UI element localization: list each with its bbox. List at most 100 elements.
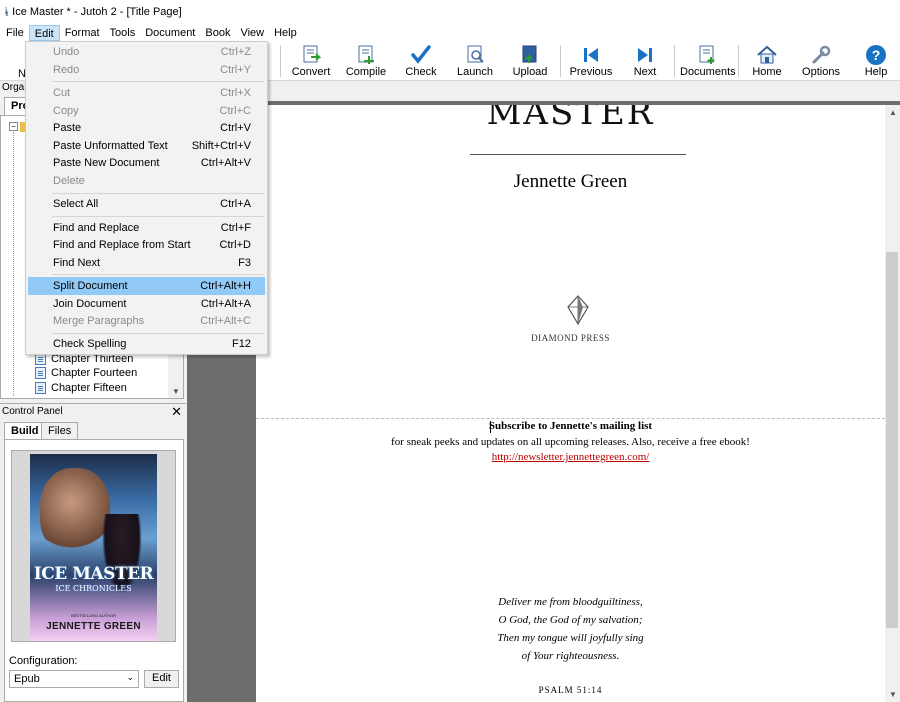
menu-separator	[52, 274, 264, 275]
document-editor[interactable]: MASTER Jennette Green DIAMOND PRESS Subs…	[256, 105, 885, 702]
window-title: Ice Master * - Jutoh 2 - [Title Page]	[12, 6, 182, 18]
sneak-peek-text: for sneak peeks and updates on all upcom…	[391, 436, 750, 448]
document-icon	[35, 382, 46, 394]
tree-item-label: Chapter Fifteen	[51, 382, 127, 394]
menu-item-label: Undo	[53, 46, 80, 58]
control-panel-header: Control Panel ✕	[0, 403, 186, 419]
options-button[interactable]: Options	[801, 43, 841, 79]
close-icon[interactable]: ✕	[171, 404, 182, 420]
diamond-press-logo	[567, 295, 589, 325]
menu-item-find-next[interactable]: Find Next F3	[28, 254, 265, 272]
menu-bar: File Edit Format Tools Document Book Vie…	[0, 24, 900, 41]
document-icon	[35, 367, 46, 379]
upload-button[interactable]: Upload	[510, 43, 550, 79]
menu-item-find-replace-start[interactable]: Find and Replace from Start Ctrl+D	[28, 236, 265, 254]
menu-file[interactable]: File	[1, 25, 29, 41]
menu-item-shortcut: Shift+Ctrl+V	[191, 140, 251, 152]
menu-item-shortcut: Ctrl+Y	[220, 64, 251, 76]
menu-edit[interactable]: Edit	[28, 24, 60, 41]
menu-item-delete[interactable]: Delete	[28, 172, 265, 190]
launch-icon	[467, 45, 484, 63]
previous-button[interactable]: Previous	[569, 43, 613, 79]
new-button[interactable]: N	[2, 43, 26, 80]
checkmark-icon	[411, 45, 431, 64]
menu-item-copy[interactable]: Copy Ctrl+C	[28, 102, 265, 120]
menu-item-label: Paste Unformatted Text	[53, 140, 168, 152]
menu-item-split-document[interactable]: Split Document Ctrl+Alt+H	[28, 277, 265, 295]
scroll-down-icon[interactable]: ▼	[889, 690, 897, 699]
title-divider	[470, 154, 686, 155]
editor-scroll-thumb[interactable]	[886, 252, 898, 628]
menu-item-label: Copy	[53, 105, 79, 117]
menu-item-merge-paragraphs[interactable]: Merge Paragraphs Ctrl+Alt+C	[28, 312, 265, 330]
list-item[interactable]: Chapter Fifteen	[35, 381, 127, 395]
menu-format[interactable]: Format	[60, 25, 105, 41]
menu-item-check-spelling[interactable]: Check Spelling F12	[28, 335, 265, 353]
title-bar: ʲⱼ Ice Master * - Jutoh 2 - [Title Page]	[0, 0, 900, 24]
book-cover-image: ICE MASTER ICE CHRONICLES BESTSELLING AU…	[30, 454, 157, 641]
menu-item-redo[interactable]: Redo Ctrl+Y	[28, 61, 265, 79]
menu-item-shortcut: F3	[238, 257, 251, 269]
build-tab-body: ICE MASTER ICE CHRONICLES BESTSELLING AU…	[4, 439, 184, 702]
scroll-up-icon[interactable]: ▲	[889, 108, 897, 117]
psalm-line: Deliver me from bloodguiltiness,	[498, 596, 643, 608]
menu-item-paste-new-document[interactable]: Paste New Document Ctrl+Alt+V	[28, 154, 265, 172]
tree-guide	[13, 132, 14, 396]
tree-item-label: Chapter Fourteen	[51, 367, 138, 379]
next-button[interactable]: Next	[627, 43, 663, 79]
cover-figure	[40, 468, 110, 553]
convert-button[interactable]: Convert	[289, 43, 333, 79]
upload-label: Upload	[512, 66, 548, 78]
menu-book[interactable]: Book	[200, 25, 235, 41]
menu-item-shortcut: Ctrl+V	[220, 122, 251, 134]
menu-item-select-all[interactable]: Select All Ctrl+A	[28, 195, 265, 213]
psalm-line: of Your righteousness.	[521, 650, 620, 662]
help-button[interactable]: ? Help	[862, 43, 890, 79]
cover-preview[interactable]: ICE MASTER ICE CHRONICLES BESTSELLING AU…	[11, 450, 176, 642]
menu-item-paste-unformatted[interactable]: Paste Unformatted Text Shift+Ctrl+V	[28, 137, 265, 155]
documents-icon	[699, 45, 715, 64]
configuration-select[interactable]: Epub ⌄	[9, 670, 139, 688]
compile-button[interactable]: Compile	[343, 43, 389, 79]
toolbar-separator	[738, 45, 739, 77]
cover-tagline: BESTSELLING AUTHOR	[70, 613, 117, 618]
scroll-down-icon[interactable]: ▼	[172, 387, 180, 396]
tab-build[interactable]: Build	[4, 422, 46, 439]
documents-button[interactable]: Documents	[680, 43, 736, 79]
menu-help[interactable]: Help	[269, 25, 302, 41]
app-icon: ʲⱼ	[5, 6, 8, 18]
collapse-icon[interactable]: −	[9, 122, 18, 131]
launch-label: Launch	[456, 66, 494, 78]
compile-icon	[358, 45, 374, 64]
tab-files[interactable]: Files	[41, 422, 79, 439]
cover-title: ICE MASTER	[33, 564, 154, 584]
newsletter-link[interactable]: http://newsletter.jennettegreen.com/	[256, 451, 885, 463]
menu-item-cut[interactable]: Cut Ctrl+X	[28, 84, 265, 102]
next-label: Next	[633, 66, 657, 78]
home-button[interactable]: Home	[750, 43, 784, 79]
edit-configuration-button[interactable]: Edit	[144, 670, 179, 688]
home-label: Home	[752, 66, 782, 78]
menu-item-label: Paste New Document	[53, 157, 160, 169]
menu-item-undo[interactable]: Undo Ctrl+Z	[28, 43, 265, 61]
configuration-value: Epub	[14, 673, 40, 685]
menu-item-label: Check Spelling	[53, 338, 127, 350]
menu-tools[interactable]: Tools	[105, 25, 141, 41]
check-button[interactable]: Check	[402, 43, 440, 79]
list-item[interactable]: Chapter Fourteen	[35, 366, 137, 380]
menu-item-label: Cut	[53, 87, 71, 99]
launch-button[interactable]: Launch	[455, 43, 495, 79]
menu-separator	[52, 81, 264, 82]
help-label: Help	[864, 66, 888, 78]
menu-item-shortcut: Ctrl+X	[220, 87, 251, 99]
menu-document[interactable]: Document	[140, 25, 200, 41]
menu-item-shortcut: Ctrl+F	[220, 222, 251, 234]
menu-item-label: Split Document	[53, 280, 128, 292]
author-name: Jennette Green	[513, 171, 628, 192]
menu-item-label: Join Document	[53, 298, 127, 310]
menu-item-paste[interactable]: Paste Ctrl+V	[28, 119, 265, 137]
toolbar-separator	[560, 45, 561, 77]
menu-item-join-document[interactable]: Join Document Ctrl+Alt+A	[28, 295, 265, 313]
menu-view[interactable]: View	[235, 25, 269, 41]
menu-item-find-replace[interactable]: Find and Replace Ctrl+F	[28, 219, 265, 237]
